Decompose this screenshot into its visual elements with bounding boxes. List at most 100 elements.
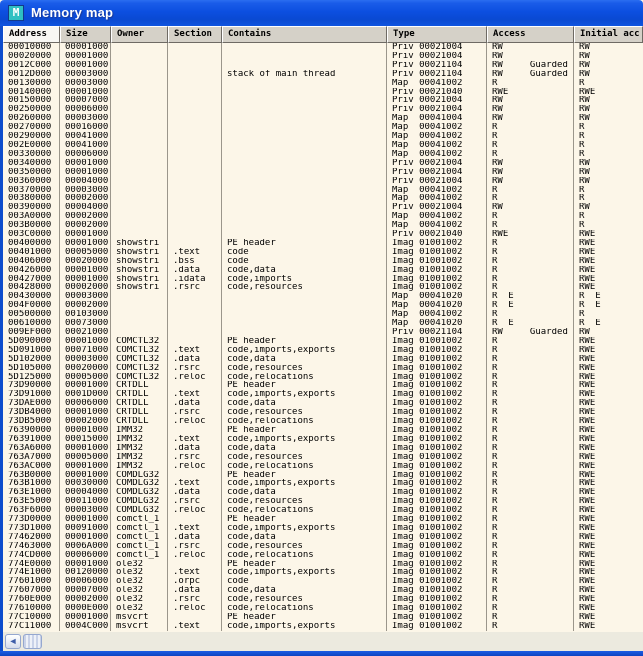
table-row[interactable]: 0061000000073000Map 00041020R ER E (3, 319, 643, 328)
table-row[interactable]: 774E100000120000ole32.textcode,imports,e… (3, 568, 643, 577)
table-row[interactable]: 7760100000006000ole32.orpccodeImag 01001… (3, 577, 643, 586)
cell-contains: code,imports (222, 275, 387, 284)
scrollbar-thumb[interactable] (23, 634, 42, 649)
table-row[interactable]: 763B100000030000COMDLG32.textcode,import… (3, 479, 643, 488)
table-row[interactable]: 763A700000005000IMM32.rsrccode,resources… (3, 453, 643, 462)
table-row[interactable]: 7639000000001000IMM32PE headerImag 01001… (3, 426, 643, 435)
table-row[interactable]: 0038000000002000Map 00041002RR (3, 194, 643, 203)
table-row[interactable]: 0039000000004000Priv 00021004RWRW (3, 203, 643, 212)
table-row[interactable]: 0037000000003000Map 00041002RR (3, 186, 643, 195)
table-row[interactable]: 0014000000001000Priv 00021040RWERWE (3, 88, 643, 97)
table-row[interactable]: 763E500000011000COMDLG32.rsrccode,resour… (3, 497, 643, 506)
table-row[interactable]: 773D100000091000comctl_1.textcode,import… (3, 524, 643, 533)
table-row[interactable]: 0026000000003000Map 00041004RWRW (3, 114, 643, 123)
table-row[interactable]: 0025000000006000Priv 00021004RWRW (3, 105, 643, 114)
column-header-owner[interactable]: Owner (111, 26, 168, 43)
table-row[interactable]: 0040100000005000showstri.textcodeImag 01… (3, 248, 643, 257)
column-header-access[interactable]: Access (487, 26, 574, 43)
column-header-initial-acc[interactable]: Initial acc (574, 26, 643, 43)
table-row[interactable]: 774E000000001000ole32PE headerImag 01001… (3, 560, 643, 569)
table-row[interactable]: 73DB400000001000CRTDLL.rsrccode,resource… (3, 408, 643, 417)
table-row[interactable]: 0001000000001000Priv 00021004RWRW (3, 43, 643, 52)
column-header-contains[interactable]: Contains (222, 26, 387, 43)
table-row[interactable]: 003A000000002000Map 00041002RR (3, 212, 643, 221)
cell-contains: code,resources (222, 497, 387, 506)
table-row[interactable]: 0002000000001000Priv 00021004RWRW (3, 52, 643, 61)
table-row[interactable]: 0033000000006000Map 00041002RR (3, 150, 643, 159)
table-row[interactable]: 0013000000003000Map 00041002RR (3, 79, 643, 88)
table-row[interactable]: 7760E00000002000ole32.rsrccode,resources… (3, 595, 643, 604)
cell-contains (222, 319, 387, 328)
cell-owner: IMM32 (111, 453, 168, 462)
table-row[interactable]: 0042600000001000showstri.datacode,dataIm… (3, 266, 643, 275)
table-row[interactable]: 763A600000001000IMM32.datacode,dataImag … (3, 444, 643, 453)
column-header-address[interactable]: Address (3, 26, 60, 43)
table-row[interactable]: 763B000000001000COMDLG32PE headerImag 01… (3, 471, 643, 480)
memory-map-icon[interactable]: M (8, 5, 24, 21)
table-row[interactable]: 774630000006A000comctl_1.rsrccode,resour… (3, 542, 643, 551)
cell-type: Map 00041002 (387, 212, 487, 221)
column-header-section[interactable]: Section (168, 26, 222, 43)
column-header-size[interactable]: Size (60, 26, 111, 43)
cell-size: 00001000 (60, 266, 111, 275)
table-row[interactable]: 7639100000015000IMM32.textcode,imports,e… (3, 435, 643, 444)
cell-size: 00020000 (60, 257, 111, 266)
table-row[interactable]: 0029000000041000Map 00041002RR (3, 132, 643, 141)
table-row[interactable]: 0040600000020000showstri.bsscodeImag 010… (3, 257, 643, 266)
table-row[interactable]: 763F600000003000COMDLG32.reloccode,reloc… (3, 506, 643, 515)
table-row[interactable]: 5D10200000003000COMCTL32.datacode,dataIm… (3, 355, 643, 364)
table-row[interactable]: 0042800000002000showstri.rsrccode,resour… (3, 283, 643, 292)
table-row[interactable]: 5D12500000005000COMCTL32.reloccode,reloc… (3, 373, 643, 382)
table-row[interactable]: 7760700000007000ole32.datacode,dataImag … (3, 586, 643, 595)
table-row[interactable]: 0012D00000003000stack of main threadPriv… (3, 70, 643, 79)
table-row[interactable]: 0042700000001000showstri.idatacode,impor… (3, 275, 643, 284)
table-row[interactable]: 0050000000103000Map 00041002RR (3, 310, 643, 319)
cell-address: 77607000 (3, 586, 60, 595)
table-row[interactable]: 5D09000000001000COMCTL32PE headerImag 01… (3, 337, 643, 346)
column-header-type[interactable]: Type (387, 26, 487, 43)
cell-size: 00030000 (60, 479, 111, 488)
table-row[interactable]: 002E000000041000Map 00041002RR (3, 141, 643, 150)
table-row[interactable]: 0040000000001000showstriPE headerImag 01… (3, 239, 643, 248)
table-row[interactable]: 7746200000001000comctl_1.datacode,dataIm… (3, 533, 643, 542)
table-row[interactable]: 73D9000000001000CRTDLLPE headerImag 0100… (3, 381, 643, 390)
cell-contains (222, 79, 387, 88)
horizontal-scrollbar[interactable]: ◄ (3, 632, 643, 651)
table-row[interactable]: 77C110000004C000msvcrt.textcode,imports,… (3, 622, 643, 631)
title-bar[interactable]: M Memory map (0, 0, 643, 26)
table-row[interactable]: 5D09100000071000COMCTL32.textcode,import… (3, 346, 643, 355)
table-row[interactable]: 763E100000004000COMDLG32.datacode,dataIm… (3, 488, 643, 497)
table-row[interactable]: 0035000000001000Priv 00021004RWRW (3, 168, 643, 177)
table-row[interactable]: 003B000000002000Map 00041002RR (3, 221, 643, 230)
table-row[interactable]: 0012C00000001000Priv 00021104RW GuardedR… (3, 61, 643, 70)
table-row[interactable]: 73DAE00000006000CRTDLL.datacode,dataImag… (3, 399, 643, 408)
table-row[interactable]: 73DB500000002000CRTDLL.reloccode,relocat… (3, 417, 643, 426)
table-row[interactable]: 5D10500000020000COMCTL32.rsrccode,resour… (3, 364, 643, 373)
scroll-left-arrow-icon[interactable]: ◄ (5, 634, 21, 649)
table-row[interactable]: 0036000000004000Priv 00021004RWRW (3, 177, 643, 186)
cell-access: R (487, 257, 574, 266)
cell-owner (111, 292, 168, 301)
cell-size: 00002000 (60, 301, 111, 310)
cell-section (168, 70, 222, 79)
table-row[interactable]: 763AC00000001000IMM32.reloccode,relocati… (3, 462, 643, 471)
cell-address: 5D105000 (3, 364, 60, 373)
cell-type: Map 00041002 (387, 186, 487, 195)
table-row[interactable]: 0034000000001000Priv 00021004RWRW (3, 159, 643, 168)
cell-owner: COMCTL32 (111, 373, 168, 382)
table-row[interactable]: 003C000000001000Priv 00021040RWERWE (3, 230, 643, 239)
table-row[interactable]: 0015000000007000Priv 00021004RWRW (3, 96, 643, 105)
table-row[interactable]: 774CD00000006000comctl_1.reloccode,reloc… (3, 551, 643, 560)
table-row[interactable]: 0043000000003000Map 00041020R ER E (3, 292, 643, 301)
table-row[interactable]: 73D910000001D000CRTDLL.textcode,imports,… (3, 390, 643, 399)
table-row[interactable]: 77C1000000001000msvcrtPE headerImag 0100… (3, 613, 643, 622)
table-row[interactable]: 004F000000002000Map 00041020R ER E (3, 301, 643, 310)
scrollbar-track[interactable] (42, 634, 643, 649)
table-row[interactable]: 009EF00000021000Priv 00021104RW GuardedR… (3, 328, 643, 337)
cell-address: 00350000 (3, 168, 60, 177)
cell-contains: code,relocations (222, 506, 387, 515)
cell-address: 00370000 (3, 186, 60, 195)
table-row[interactable]: 0027000000016000Map 00041002RR (3, 123, 643, 132)
table-row[interactable]: 773D000000001000comctl_1PE headerImag 01… (3, 515, 643, 524)
table-row[interactable]: 776100000000E000ole32.reloccode,relocati… (3, 604, 643, 613)
